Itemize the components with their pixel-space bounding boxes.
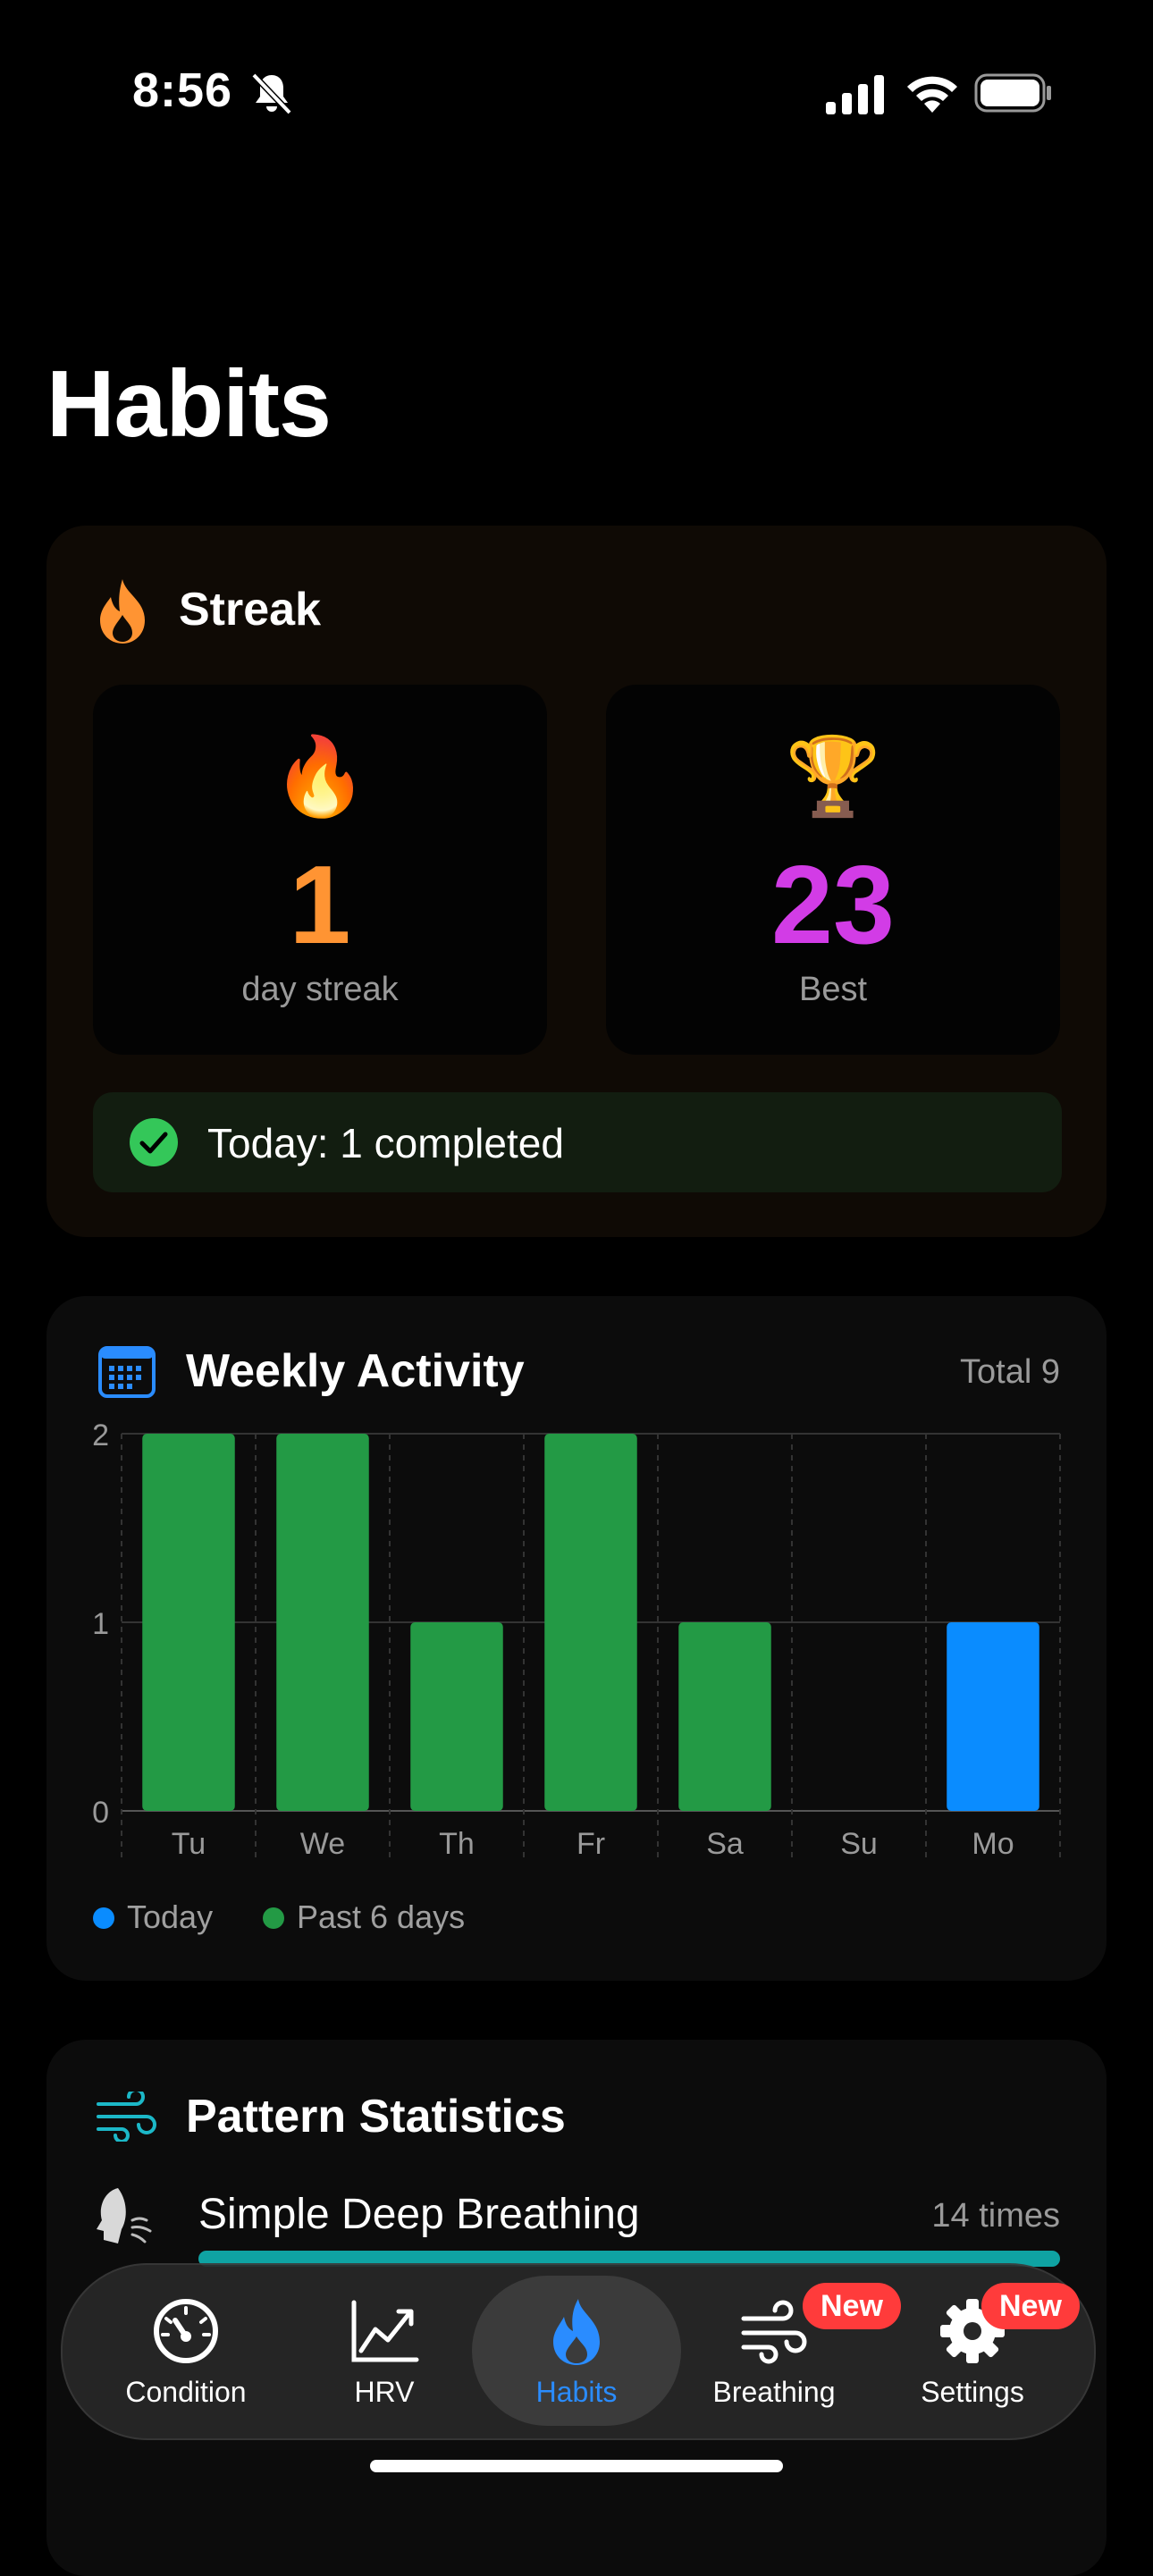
wifi-icon xyxy=(907,76,957,113)
trophy-emoji-icon: 🏆 xyxy=(785,734,881,820)
current-streak-label: day streak xyxy=(241,971,399,1008)
breathing-face-icon xyxy=(91,2185,159,2249)
gauge-icon xyxy=(154,2299,218,2363)
settings-new-badge: New xyxy=(981,2283,1080,2329)
best-streak-box: 🏆 23 Best xyxy=(606,685,1060,1055)
fire-emoji-icon: 🔥 xyxy=(272,734,368,820)
tab-hrv[interactable]: HRV xyxy=(295,2263,474,2437)
tab-condition-label: Condition xyxy=(125,2376,247,2408)
today-status: Today: 1 completed xyxy=(93,1092,1062,1192)
current-streak-box: 🔥 1 day streak xyxy=(93,685,547,1055)
tab-hrv-label: HRV xyxy=(354,2376,415,2408)
wind-icon xyxy=(97,2092,156,2142)
weekly-activity-title: Weekly Activity xyxy=(186,1345,525,1397)
legend-past-dot xyxy=(263,1907,284,1929)
best-streak-label: Best xyxy=(798,971,868,1008)
cellular-signal-icon xyxy=(826,75,884,114)
calendar-icon xyxy=(98,1346,156,1398)
status-time: 8:56 xyxy=(132,63,233,117)
tab-habits-label: Habits xyxy=(535,2376,618,2408)
chart-line-icon xyxy=(351,2300,419,2362)
weekly-total: Total 9 xyxy=(960,1353,1060,1391)
checkmark-circle-icon xyxy=(130,1118,178,1166)
weekly-activity-card xyxy=(46,1296,1107,1981)
legend-past-label: Past 6 days xyxy=(297,1898,466,1935)
best-streak-value: 23 xyxy=(771,844,895,967)
page-title: Habits xyxy=(46,351,332,457)
flame-icon xyxy=(100,579,145,644)
streak-title: Streak xyxy=(179,584,321,636)
legend-today-label: Today xyxy=(127,1898,214,1935)
home-indicator xyxy=(370,2460,783,2472)
tab-condition[interactable]: Condition xyxy=(97,2263,275,2437)
pattern-item-name: Simple Deep Breathing xyxy=(198,2191,640,2238)
pattern-statistics-title: Pattern Statistics xyxy=(186,2091,566,2142)
battery-icon xyxy=(974,73,1051,113)
legend-today-dot xyxy=(93,1907,114,1929)
tab-settings-label: Settings xyxy=(921,2376,1024,2408)
tab-breathing-label: Breathing xyxy=(712,2376,836,2408)
pattern-item-count: 14 times xyxy=(931,2197,1060,2235)
wind-icon xyxy=(741,2300,807,2364)
today-status-text: Today: 1 completed xyxy=(207,1120,564,1166)
tab-habits[interactable]: Habits xyxy=(487,2263,666,2437)
flame-icon xyxy=(553,2299,600,2365)
current-streak-value: 1 xyxy=(289,844,351,967)
bell-slash-icon xyxy=(251,72,292,115)
